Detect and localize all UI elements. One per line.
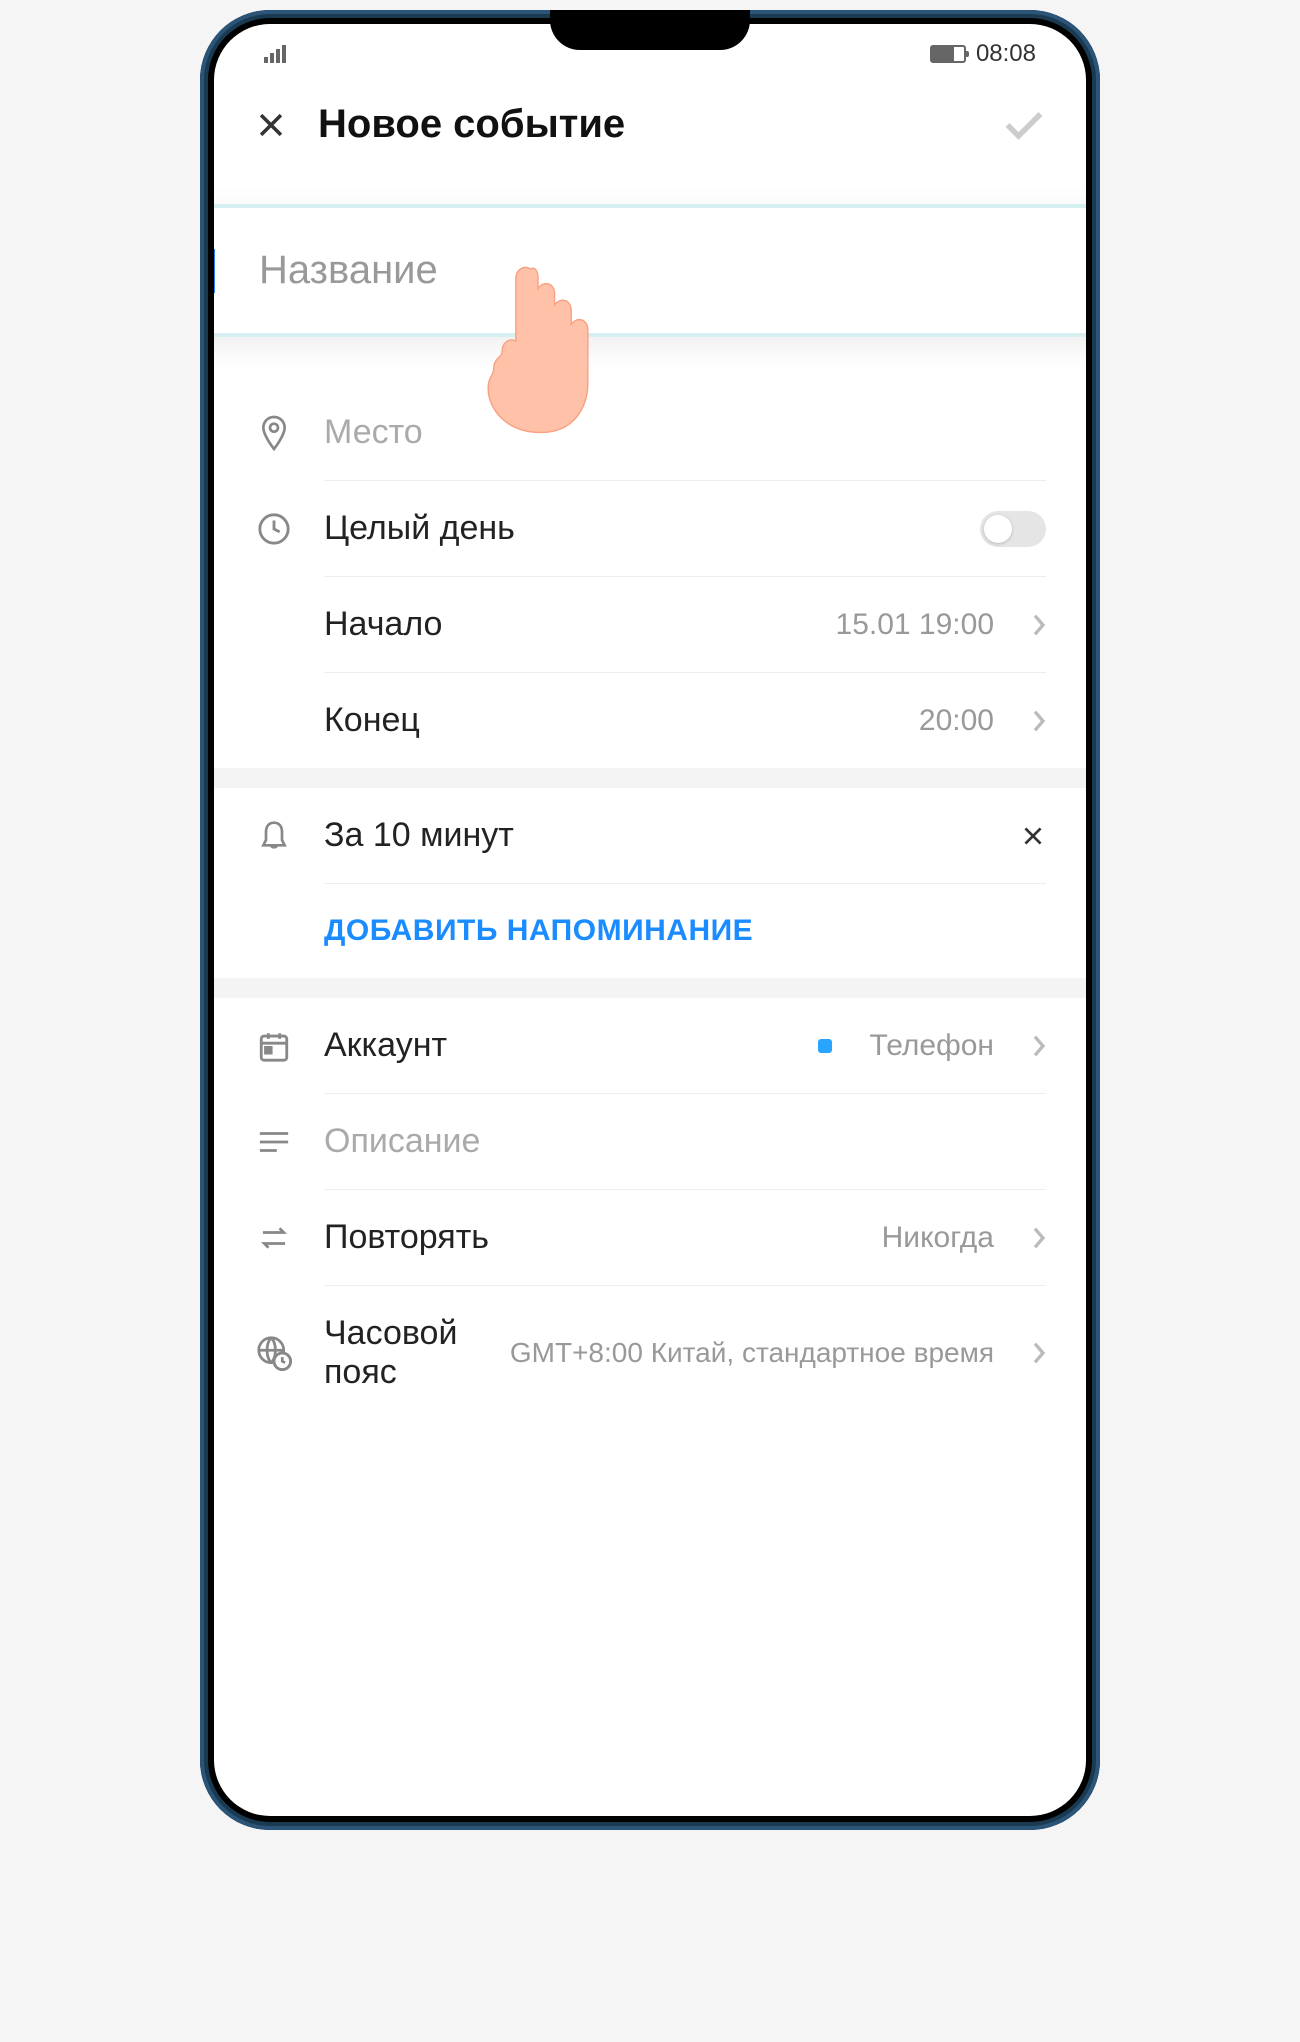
account-row[interactable]: Аккаунт Телефон bbox=[214, 998, 1086, 1093]
description-icon bbox=[254, 1129, 294, 1155]
chevron-right-icon bbox=[1032, 1034, 1046, 1058]
title-placeholder: Название bbox=[259, 248, 438, 293]
allday-row: Целый день bbox=[214, 481, 1086, 576]
form-content: Место Целый день Начало 15.01 19:00 bbox=[214, 165, 1086, 1420]
phone-frame: 08:08 Новое событие Название bbox=[200, 10, 1100, 1830]
start-row[interactable]: Начало 15.01 19:00 bbox=[214, 577, 1086, 672]
chevron-right-icon bbox=[1032, 709, 1046, 733]
location-row[interactable]: Место bbox=[214, 385, 1086, 480]
account-label: Аккаунт bbox=[324, 1026, 788, 1065]
confirm-button[interactable] bbox=[1002, 108, 1046, 142]
end-row[interactable]: Конец 20:00 bbox=[214, 673, 1086, 768]
app-header: Новое событие bbox=[214, 84, 1086, 165]
allday-toggle[interactable] bbox=[980, 511, 1046, 547]
location-icon bbox=[254, 414, 294, 452]
reminder-row: За 10 минут bbox=[214, 788, 1086, 883]
timezone-row[interactable]: Часовой пояс GMT+8:00 Китай, стандартное… bbox=[214, 1286, 1086, 1420]
chevron-right-icon bbox=[1032, 1341, 1046, 1365]
clock-icon bbox=[254, 512, 294, 546]
repeat-row[interactable]: Повторять Никогда bbox=[214, 1190, 1086, 1285]
add-reminder-button[interactable]: ДОБАВИТЬ НАПОМИНАНИЕ bbox=[214, 884, 1086, 978]
phone-notch bbox=[550, 10, 750, 50]
description-row[interactable]: Описание bbox=[214, 1094, 1086, 1189]
location-placeholder: Место bbox=[324, 413, 1046, 452]
repeat-label: Повторять bbox=[324, 1218, 852, 1257]
account-value: Телефон bbox=[870, 1029, 994, 1063]
status-time: 08:08 bbox=[976, 40, 1036, 68]
globe-clock-icon bbox=[254, 1335, 294, 1371]
end-value: 20:00 bbox=[919, 704, 994, 738]
title-input-card[interactable]: Название bbox=[214, 204, 1086, 337]
text-cursor bbox=[214, 249, 215, 293]
timezone-label: Часовой пояс bbox=[324, 1314, 480, 1392]
page-title: Новое событие bbox=[318, 102, 972, 147]
repeat-icon bbox=[254, 1225, 294, 1251]
calendar-icon bbox=[254, 1029, 294, 1063]
chevron-right-icon bbox=[1032, 613, 1046, 637]
remove-reminder-button[interactable] bbox=[1020, 823, 1046, 849]
battery-icon bbox=[930, 45, 966, 63]
bell-icon bbox=[254, 818, 294, 854]
timezone-value: GMT+8:00 Китай, стандартное время bbox=[510, 1335, 994, 1371]
chevron-right-icon bbox=[1032, 1226, 1046, 1250]
phone-screen: 08:08 Новое событие Название bbox=[214, 24, 1086, 1816]
start-label: Начало bbox=[324, 605, 806, 644]
description-placeholder: Описание bbox=[324, 1122, 1046, 1161]
allday-label: Целый день bbox=[324, 509, 950, 548]
close-button[interactable] bbox=[254, 108, 288, 142]
reminder-label: За 10 минут bbox=[324, 816, 990, 855]
account-color-dot bbox=[818, 1039, 832, 1053]
signal-icon bbox=[264, 45, 286, 63]
end-label: Конец bbox=[324, 701, 889, 740]
repeat-value: Никогда bbox=[882, 1221, 994, 1255]
start-value: 15.01 19:00 bbox=[836, 608, 994, 642]
